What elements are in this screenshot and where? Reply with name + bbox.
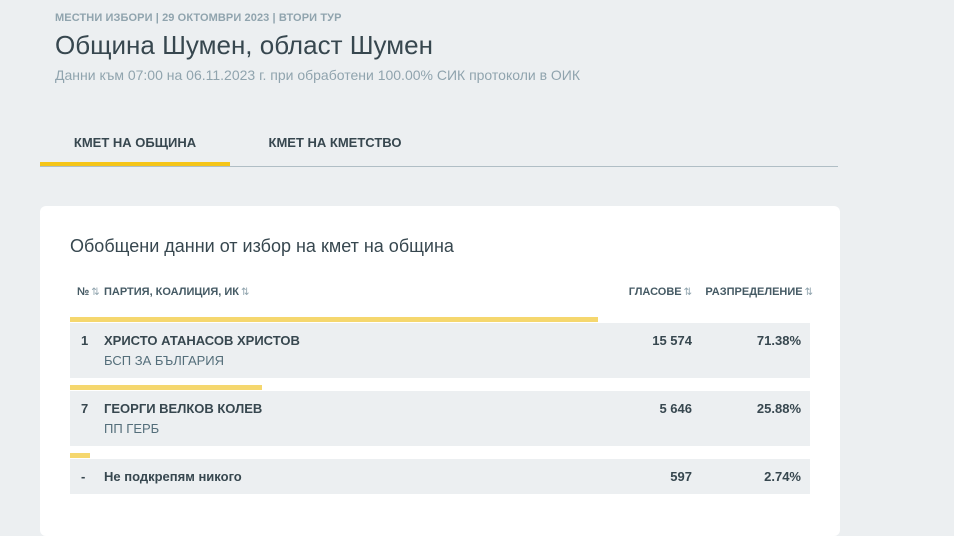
percent-value: 25.88% (756, 401, 801, 416)
column-header-distribution-label: РАЗПРЕДЕЛЕНИЕ (705, 286, 803, 298)
row-number: 1 (81, 333, 89, 348)
page-header: МЕСТНИ ИЗБОРИ | 29 ОКТОМВРИ 2023 | ВТОРИ… (55, 12, 580, 83)
table-row[interactable]: 1 ХРИСТО АТАНАСОВ ХРИСТОВ БСП ЗА БЪЛГАРИ… (70, 323, 810, 378)
sort-icon: ⇅ (91, 286, 100, 298)
table-row[interactable]: 7 ГЕОРГИ ВЕЛКОВ КОЛЕВ ПП ГЕРБ 5 646 25.8… (70, 391, 810, 446)
election-info: МЕСТНИ ИЗБОРИ | 29 ОКТОМВРИ 2023 | ВТОРИ… (55, 12, 342, 24)
column-header-number[interactable]: № ⇅ (77, 286, 100, 298)
sort-icon: ⇅ (683, 286, 692, 298)
table-header: № ⇅ ПАРТИЯ, КОАЛИЦИЯ, ИК ⇅ ГЛАСОВЕ ⇅ РАЗ… (70, 286, 813, 302)
page-title: Община Шумен, област Шумен (55, 30, 433, 60)
column-header-votes-label: ГЛАСОВЕ (628, 286, 682, 298)
votes-value: 597 (670, 469, 692, 484)
column-header-party-label: ПАРТИЯ, КОАЛИЦИЯ, ИК (104, 286, 239, 298)
candidate-name: ХРИСТО АТАНАСОВ ХРИСТОВ (104, 333, 300, 348)
percent-value: 71.38% (756, 333, 801, 348)
row-number: 7 (81, 401, 89, 416)
tab-mayor-town-hall[interactable]: КМЕТ НА КМЕТСТВО (230, 120, 440, 165)
share-bar (70, 317, 598, 322)
card-title: Обобщени данни от избор на кмет на общин… (70, 236, 454, 256)
votes-value: 15 574 (652, 333, 692, 348)
tab-bar: КМЕТ НА ОБЩИНА КМЕТ НА КМЕТСТВО (40, 120, 838, 167)
row-number: - (81, 469, 86, 484)
column-header-number-label: № (77, 286, 90, 298)
results-card: Обобщени данни от избор на кмет на общин… (40, 206, 840, 536)
data-status: Данни към 07:00 на 06.11.2023 г. при обр… (55, 67, 581, 83)
candidate-name: Не подкрепям никого (104, 469, 242, 484)
sort-icon: ⇅ (240, 286, 250, 298)
tab-mayor-municipality[interactable]: КМЕТ НА ОБЩИНА (40, 120, 230, 166)
table-row[interactable]: - Не подкрепям никого 597 2.74% (70, 459, 810, 494)
percent-value: 2.74% (764, 469, 801, 484)
party-name: БСП ЗА БЪЛГАРИЯ (104, 353, 225, 368)
share-bar (70, 385, 262, 390)
votes-value: 5 646 (659, 401, 692, 416)
sort-icon: ⇅ (804, 286, 813, 298)
share-bar (70, 453, 90, 458)
party-name: ПП ГЕРБ (104, 421, 160, 436)
column-header-votes[interactable]: ГЛАСОВЕ ⇅ (629, 286, 692, 298)
candidate-name: ГЕОРГИ ВЕЛКОВ КОЛЕВ (104, 401, 263, 416)
column-header-party[interactable]: ПАРТИЯ, КОАЛИЦИЯ, ИК ⇅ (104, 286, 249, 298)
column-header-distribution[interactable]: РАЗПРЕДЕЛЕНИЕ ⇅ (705, 286, 813, 298)
